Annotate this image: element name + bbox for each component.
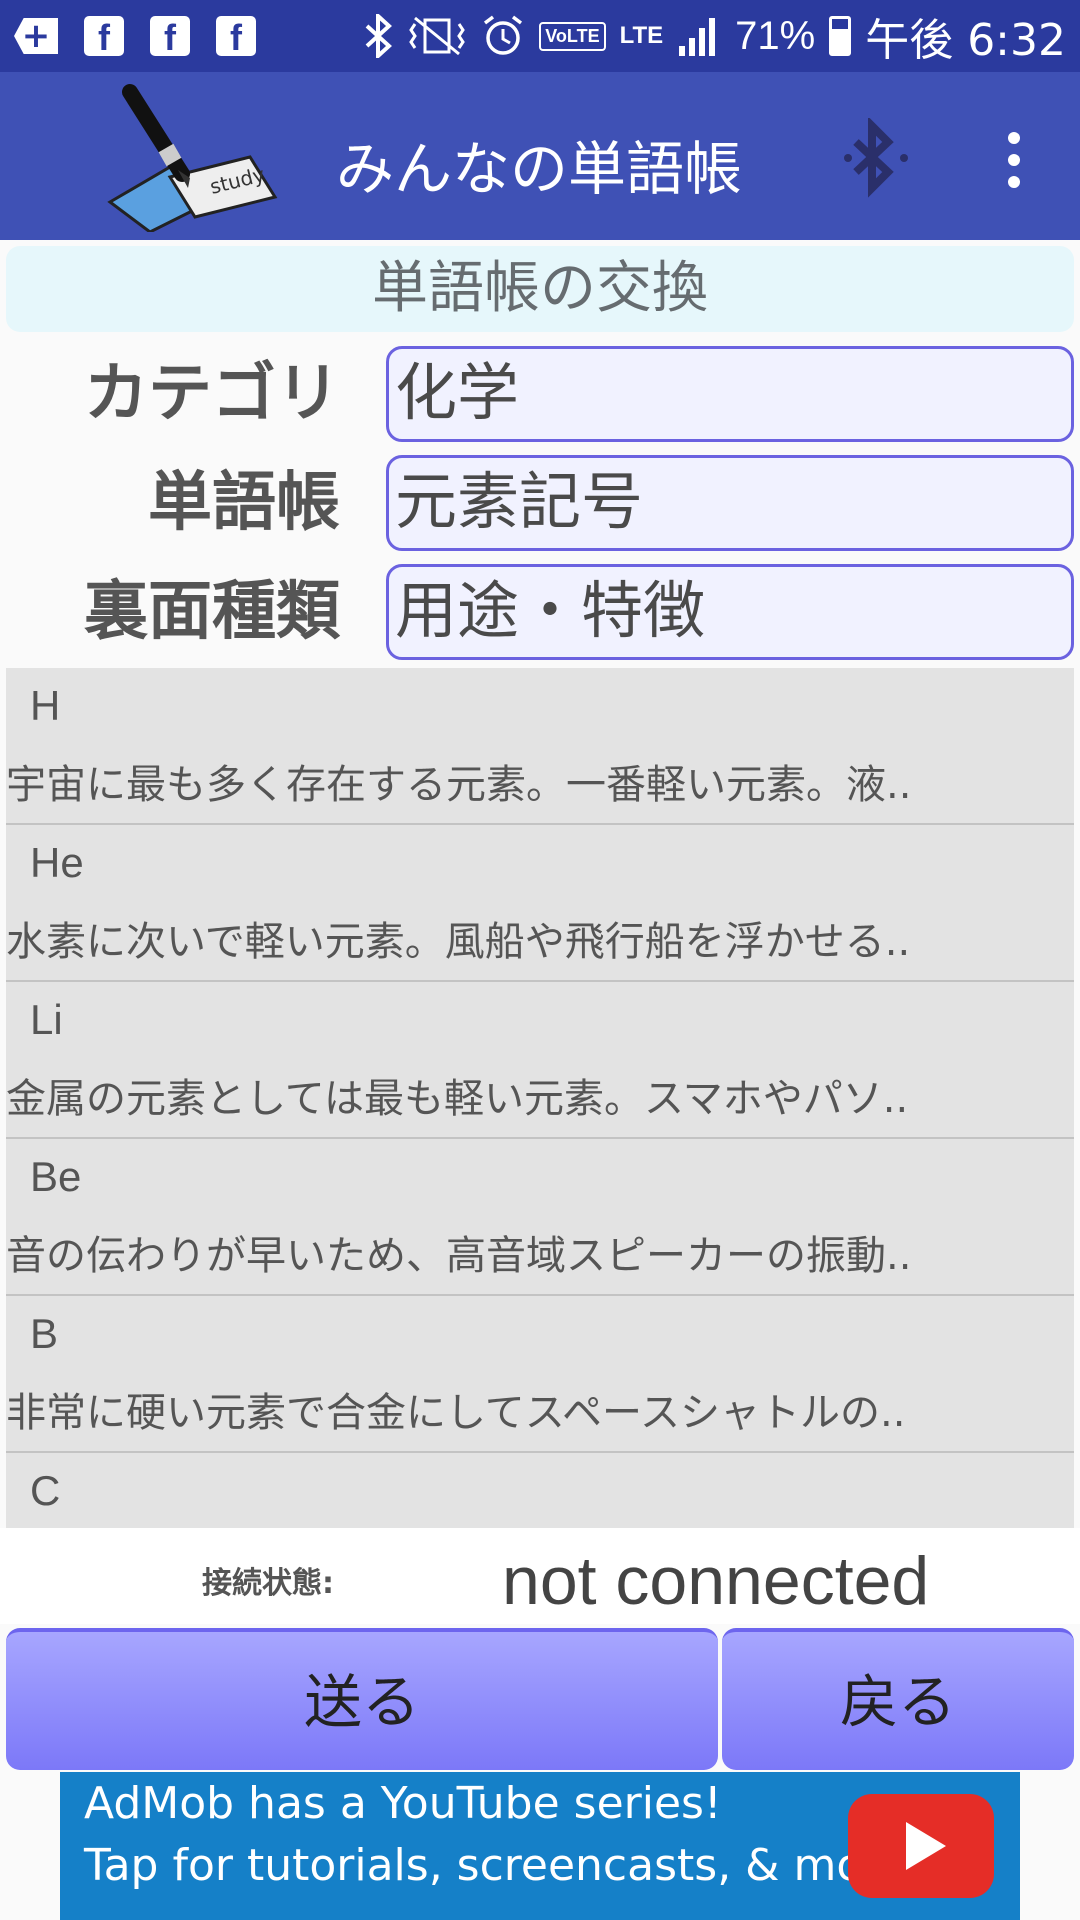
item-symbol: H [30,682,61,729]
item-description: 音の伝わりが早いため、高音域スピーカーの振動.. [6,1233,912,1279]
wordbook-row: 単語帳 元素記号 [0,455,1080,551]
item-description: 金属の元素としては最も軽い元素。スマホやパソ.. [6,1076,909,1122]
volte-icon: VoLTE [539,21,606,51]
back-type-label: 裏面種類 [84,575,340,649]
wordbook-label: 単語帳 [148,466,340,540]
back-type-field[interactable]: 用途・特徴 [386,564,1074,660]
app-title: みんなの単語帳 [336,135,743,203]
item-description: 非常に硬い元素で合金にしてスペースシャトルの.. [6,1390,906,1436]
bluetooth-icon[interactable] [836,118,916,198]
overflow-menu-icon[interactable] [1000,132,1028,192]
status-bar: + f f f VoLTE LTE 71% 午後 6:32 [0,0,1080,72]
signal-icon [679,18,716,56]
connection-label: 接続状態: [202,1566,334,1601]
list-item[interactable]: Be 音の伝わりが早いため、高音域スピーカーの振動.. [6,1139,1074,1296]
category-field[interactable]: 化学 [386,346,1074,442]
item-description: 水素に次いで軽い元素。風船や飛行船を浮かせる.. [6,919,911,965]
list-item[interactable]: B 非常に硬い元素で合金にしてスペースシャトルの.. [6,1296,1074,1453]
back-type-row: 裏面種類 用途・特徴 [0,564,1080,660]
lte-icon: LTE [619,22,664,49]
ad-line-2: Tap for tutorials, screencasts, & more. [84,1840,922,1891]
facebook-icon: f [84,16,124,58]
facebook-icon: f [150,16,190,58]
item-symbol: He [30,839,84,886]
ad-line-1: AdMob has a YouTube series! [84,1778,722,1829]
wordbook-field[interactable]: 元素記号 [386,455,1074,551]
item-symbol: Li [30,996,63,1043]
item-symbol: B [30,1310,59,1357]
vibrate-icon [409,16,466,56]
list-item[interactable]: C [6,1453,1074,1528]
category-row: カテゴリ 化学 [0,346,1080,442]
back-button[interactable]: 戻る [722,1628,1074,1770]
app-bar: study みんなの単語帳 [0,72,1080,240]
bluetooth-icon [365,14,393,58]
list-item[interactable]: He 水素に次いで軽い元素。風船や飛行船を浮かせる.. [6,825,1074,982]
list-item[interactable]: H 宇宙に最も多く存在する元素。一番軽い元素。液.. [6,668,1074,825]
list-item[interactable]: Li 金属の元素としては最も軽い元素。スマホやパソ.. [6,982,1074,1139]
connection-value: not connected [502,1543,930,1619]
alarm-icon [484,15,523,55]
youtube-play-icon[interactable] [848,1794,994,1898]
pen-logo-icon: study [107,84,278,232]
ad-banner[interactable]: AdMob has a YouTube series! Tap for tuto… [60,1772,1020,1920]
plus-icon: + [14,18,58,54]
item-symbol: C [30,1467,61,1514]
clock-time: 午後 6:32 [865,15,1066,66]
category-label: カテゴリ [84,357,340,431]
battery-icon [829,16,852,56]
item-description: 宇宙に最も多く存在する元素。一番軽い元素。液.. [6,762,912,808]
word-list[interactable]: H 宇宙に最も多く存在する元素。一番軽い元素。液.. He 水素に次いで軽い元素… [6,668,1074,1528]
send-button[interactable]: 送る [6,1628,718,1770]
item-symbol: Be [30,1153,82,1200]
facebook-icon: f [216,16,256,58]
battery-percent: 71% [735,13,816,58]
connection-status: 接続状態: not connected [0,1528,1080,1624]
section-title: 単語帳の交換 [6,246,1074,332]
